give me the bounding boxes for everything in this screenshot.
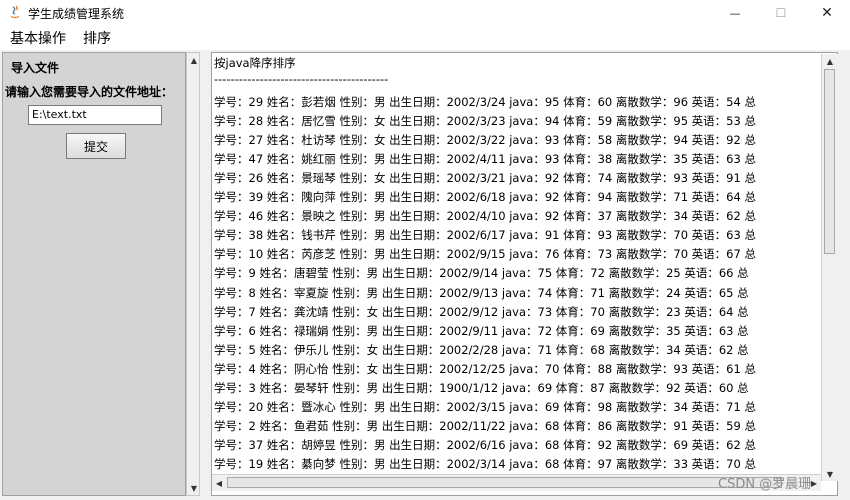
submit-button[interactable]: 提交 [66, 133, 126, 159]
menu-bar: 基本操作 排序 [0, 26, 850, 50]
student-row: 学号：3 姓名：晏琴轩 性别：男 出生日期：1900/1/12 java：69 … [214, 380, 749, 395]
student-row: 学号：2 姓名：鱼君茹 性别：男 出生日期：2002/11/22 java：68… [214, 418, 756, 433]
watermark: CSDN @罗晨珊 [718, 477, 812, 492]
results-text-area[interactable]: 按java降序排序 ------------------------------… [211, 52, 838, 496]
import-panel: 导入文件 请输入您需要导入的文件地址： E:\text.txt 提交 [2, 52, 186, 496]
student-row: 学号：6 姓名：禄瑞娟 性别：男 出生日期：2002/9/11 java：72 … [214, 323, 749, 338]
student-row: 学号：7 姓名：龚沈靖 性别：女 出生日期：2002/9/12 java：73 … [214, 304, 749, 319]
student-row: 学号：47 姓名：姚红丽 性别：男 出生日期：2002/4/11 java：93… [214, 152, 756, 167]
horizontal-scroll-thumb[interactable] [227, 477, 782, 488]
student-row: 学号：10 姓名：芮彦芝 性别：男 出生日期：2002/9/15 java：76… [214, 247, 756, 262]
close-button[interactable]: ✕ [804, 0, 850, 26]
student-row: 学号：9 姓名：唐碧莹 性别：男 出生日期：2002/9/14 java：75 … [214, 266, 749, 281]
student-row: 学号：4 姓名：阴心怡 性别：女 出生日期：2002/12/25 java：70… [214, 361, 756, 376]
student-row: 学号：38 姓名：钱书芹 性别：男 出生日期：2002/6/17 java：91… [214, 228, 756, 243]
import-title: 导入文件 [11, 61, 60, 75]
window-title: 学生成绩管理系统 [28, 7, 125, 21]
java-app-icon [7, 4, 23, 20]
student-row: 学号：8 姓名：宰夏旋 性别：男 出生日期：2002/9/13 java：74 … [214, 285, 749, 300]
vertical-scroll-thumb[interactable] [824, 69, 835, 254]
menu-basic-operations[interactable]: 基本操作 [10, 28, 66, 48]
results-vertical-scrollbar[interactable]: ▲ ▼ [821, 54, 838, 481]
student-row: 学号：26 姓名：景瑶琴 性别：女 出生日期：2002/3/21 java：92… [214, 171, 756, 186]
student-row: 学号：19 姓名：綦向梦 性别：男 出生日期：2002/3/14 java：68… [214, 456, 756, 471]
scroll-left-icon[interactable]: ◀ [212, 476, 226, 490]
left-panel-scrollbar[interactable]: ▲ ▼ [186, 52, 200, 496]
separator-line: ----------------------------------------… [214, 72, 389, 86]
main-content: 导入文件 请输入您需要导入的文件地址： E:\text.txt 提交 ▲ ▼ 按… [0, 50, 850, 500]
results-content: 按java降序排序 ------------------------------… [213, 53, 821, 478]
student-row: 学号：37 姓名：胡婷昱 性别：男 出生日期：2002/6/16 java：68… [214, 437, 756, 452]
close-icon: ✕ [821, 5, 833, 21]
student-row: 学号：46 姓名：景映之 性别：男 出生日期：2002/4/10 java：92… [214, 209, 756, 224]
left-scroll-down-icon[interactable]: ▼ [187, 481, 201, 495]
student-row: 学号：27 姓名：杜访琴 性别：女 出生日期：2002/3/22 java：93… [214, 133, 756, 148]
student-row: 学号：29 姓名：彭若烟 性别：男 出生日期：2002/3/24 java：95… [214, 95, 756, 109]
minimize-button[interactable]: — [712, 0, 758, 26]
student-row: 学号：28 姓名：居忆雪 性别：女 出生日期：2002/3/23 java：94… [214, 114, 756, 129]
maximize-button[interactable]: ☐ [758, 0, 804, 26]
file-path-input[interactable]: E:\text.txt [28, 105, 162, 125]
scroll-up-icon[interactable]: ▲ [823, 54, 837, 68]
maximize-icon: ☐ [775, 6, 787, 20]
menu-sort[interactable]: 排序 [83, 28, 111, 48]
file-path-prompt: 请输入您需要导入的文件地址： [5, 85, 174, 99]
student-row: 学号：20 姓名：暨冰心 性别：男 出生日期：2002/3/15 java：69… [214, 399, 756, 414]
left-scroll-up-icon[interactable]: ▲ [187, 53, 201, 67]
student-row: 学号：5 姓名：伊乐儿 性别：女 出生日期：2002/2/28 java：71 … [214, 342, 749, 357]
minimize-icon: — [729, 6, 741, 20]
scroll-down-icon[interactable]: ▼ [823, 467, 837, 481]
student-row: 学号：39 姓名：隗向萍 性别：男 出生日期：2002/6/18 java：92… [214, 190, 756, 205]
title-bar: 学生成绩管理系统 — ☐ ✕ [0, 0, 850, 26]
